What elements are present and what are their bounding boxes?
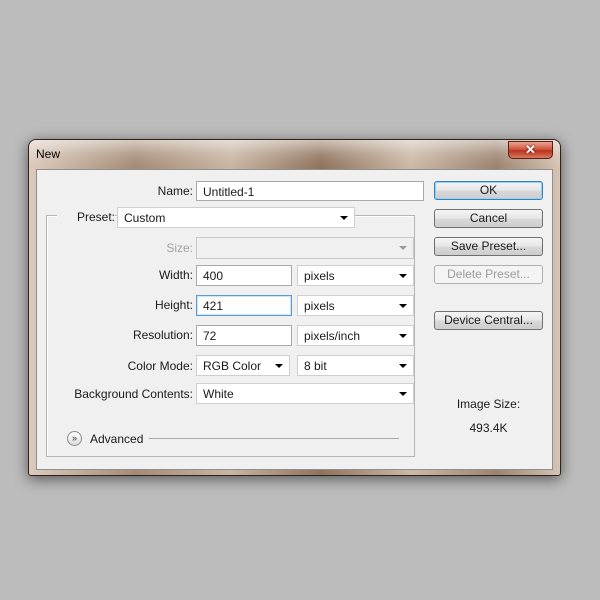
color-mode-value: RGB Color — [203, 359, 262, 373]
chevron-down-icon — [399, 246, 407, 250]
width-unit-select[interactable]: pixels — [297, 265, 414, 286]
new-document-dialog: New ✕ Name: Untitled-1 Preset: Custom Si… — [28, 139, 561, 476]
ok-button[interactable]: OK — [434, 181, 543, 200]
height-field[interactable]: 421 — [196, 295, 292, 316]
height-unit-select[interactable]: pixels — [297, 295, 414, 316]
chevron-down-icon — [275, 364, 283, 368]
background-contents-select[interactable]: White — [196, 383, 414, 404]
chevron-down-icon — [340, 216, 348, 220]
advanced-toggle-label[interactable]: Advanced — [90, 432, 143, 446]
width-label: Width: — [158, 268, 193, 282]
preset-label: Preset: — [57, 210, 115, 224]
cancel-button[interactable]: Cancel — [434, 209, 543, 228]
title-bar[interactable] — [29, 140, 560, 166]
resolution-unit-value: pixels/inch — [304, 329, 361, 343]
resolution-field[interactable]: 72 — [196, 325, 292, 346]
preset-select[interactable]: Custom — [117, 207, 355, 228]
size-label: Size: — [166, 241, 193, 255]
close-icon: ✕ — [525, 142, 536, 157]
chevron-down-icon — [399, 364, 407, 368]
bit-depth-value: 8 bit — [304, 359, 327, 373]
bit-depth-select[interactable]: 8 bit — [297, 355, 414, 376]
width-unit-value: pixels — [304, 269, 335, 283]
device-central-button[interactable]: Device Central... — [434, 311, 543, 330]
resolution-unit-select[interactable]: pixels/inch — [297, 325, 414, 346]
advanced-divider — [149, 438, 399, 439]
background-contents-label: Background Contents: — [74, 387, 193, 401]
dialog-title: New — [36, 147, 61, 161]
height-label: Height: — [154, 298, 193, 312]
name-field[interactable]: Untitled-1 — [196, 181, 424, 201]
chevron-down-icon — [399, 334, 407, 338]
resolution-label: Resolution: — [132, 328, 193, 342]
delete-preset-button: Delete Preset... — [434, 265, 543, 284]
chevron-down-icon — [399, 392, 407, 396]
size-select — [196, 237, 414, 259]
preset-value: Custom — [124, 211, 166, 225]
save-preset-button[interactable]: Save Preset... — [434, 237, 543, 256]
color-mode-select[interactable]: RGB Color — [196, 355, 290, 376]
image-size-label: Image Size: — [456, 397, 521, 411]
height-unit-value: pixels — [304, 299, 335, 313]
background-contents-value: White — [203, 387, 234, 401]
dialog-body: Name: Untitled-1 Preset: Custom Size: Wi… — [36, 169, 553, 470]
close-button[interactable]: ✕ — [508, 141, 553, 159]
chevron-down-icon — [399, 274, 407, 278]
double-chevron-down-icon[interactable]: » — [67, 431, 82, 446]
image-size-value: 493.4K — [469, 421, 508, 435]
name-label: Name: — [157, 184, 193, 198]
width-field[interactable]: 400 — [196, 265, 292, 286]
chevron-down-icon — [399, 304, 407, 308]
color-mode-label: Color Mode: — [127, 359, 193, 373]
